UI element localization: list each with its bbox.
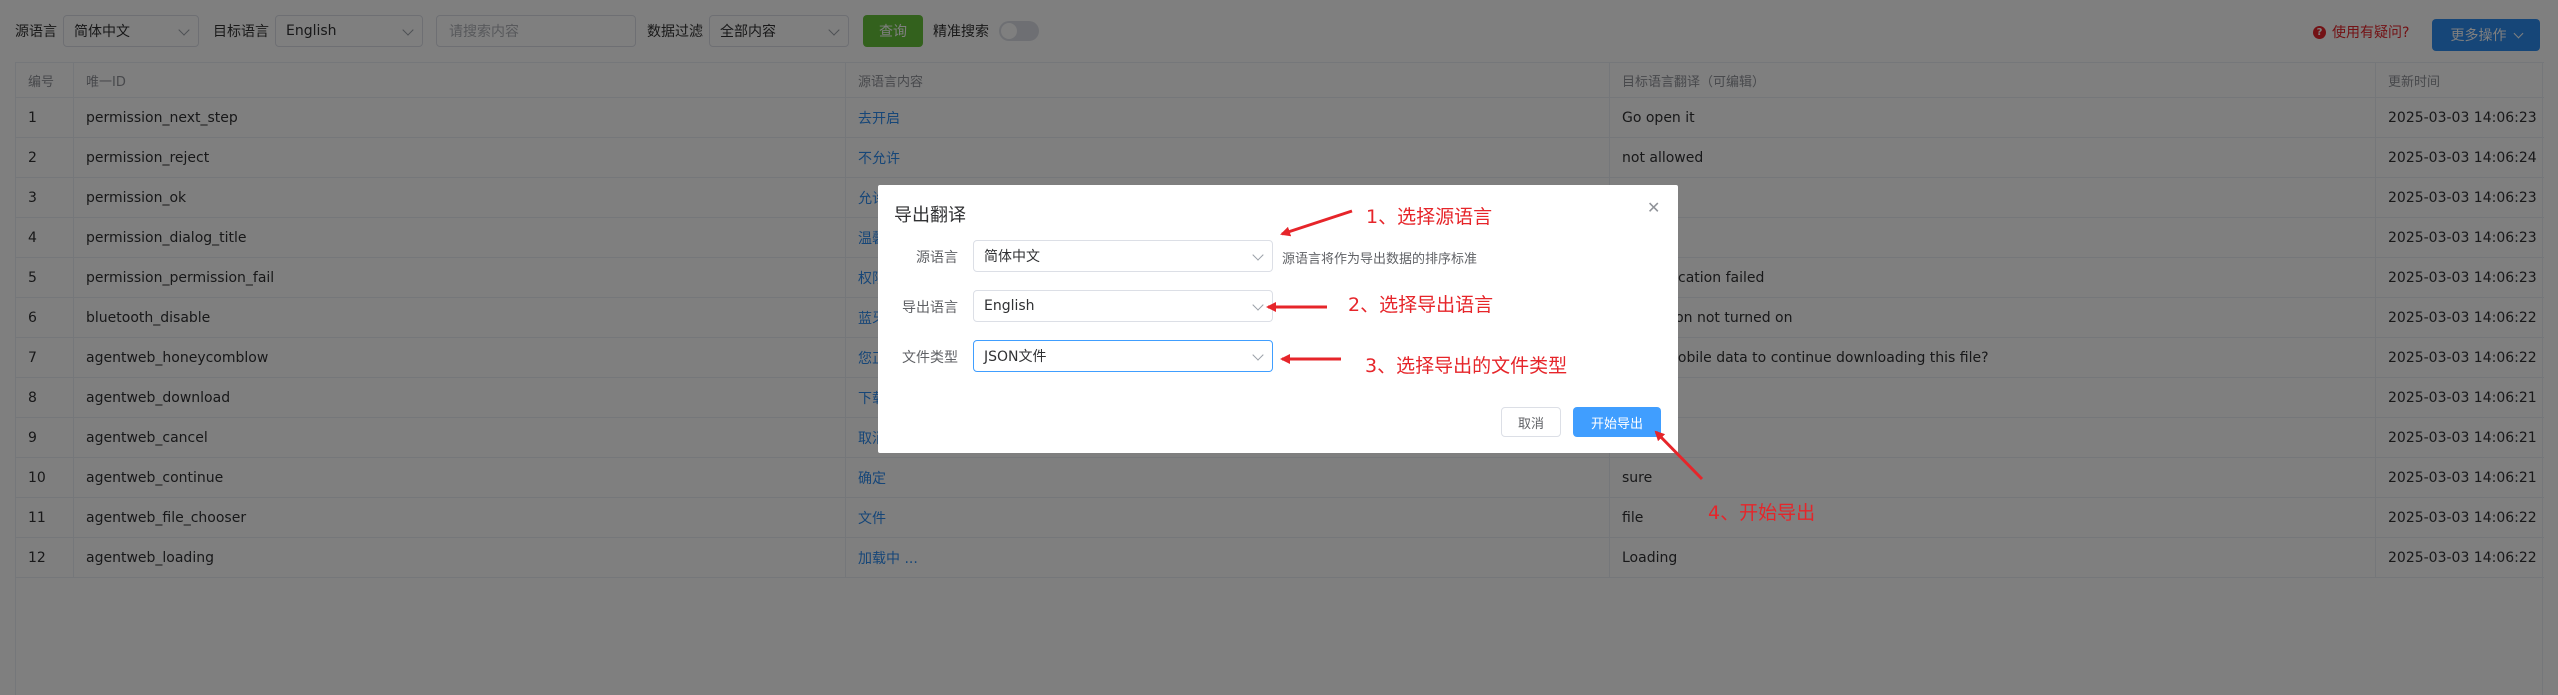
export-source-value: 简体中文 [984,249,1040,265]
export-language-select[interactable]: English [973,290,1273,322]
annotation-step2: 2、选择导出语言 [1348,294,1494,316]
export-language-label: 导出语言 [902,300,958,316]
annotation-step3: 3、选择导出的文件类型 [1365,355,1568,377]
chevron-down-icon [1252,299,1264,311]
file-type-select[interactable]: JSON文件 [973,340,1273,372]
close-icon[interactable]: ✕ [1647,198,1660,217]
source-hint: 源语言将作为导出数据的排序标准 [1282,252,1478,267]
cancel-button[interactable]: 取消 [1501,407,1561,437]
export-source-select[interactable]: 简体中文 [973,240,1273,272]
export-language-value: English [984,298,1035,314]
start-export-button[interactable]: 开始导出 [1573,407,1661,437]
chevron-down-icon [1252,249,1264,261]
export-dialog: 导出翻译 ✕ 源语言 简体中文 源语言将作为导出数据的排序标准 导出语言 Eng… [878,185,1678,453]
chevron-down-icon [1252,349,1264,361]
file-type-label: 文件类型 [902,350,958,366]
annotation-step1: 1、选择源语言 [1366,206,1493,228]
file-type-value: JSON文件 [984,349,1047,365]
dialog-title: 导出翻译 [894,205,966,226]
annotation-step4: 4、开始导出 [1708,502,1816,524]
source-language-label: 源语言 [916,250,958,266]
